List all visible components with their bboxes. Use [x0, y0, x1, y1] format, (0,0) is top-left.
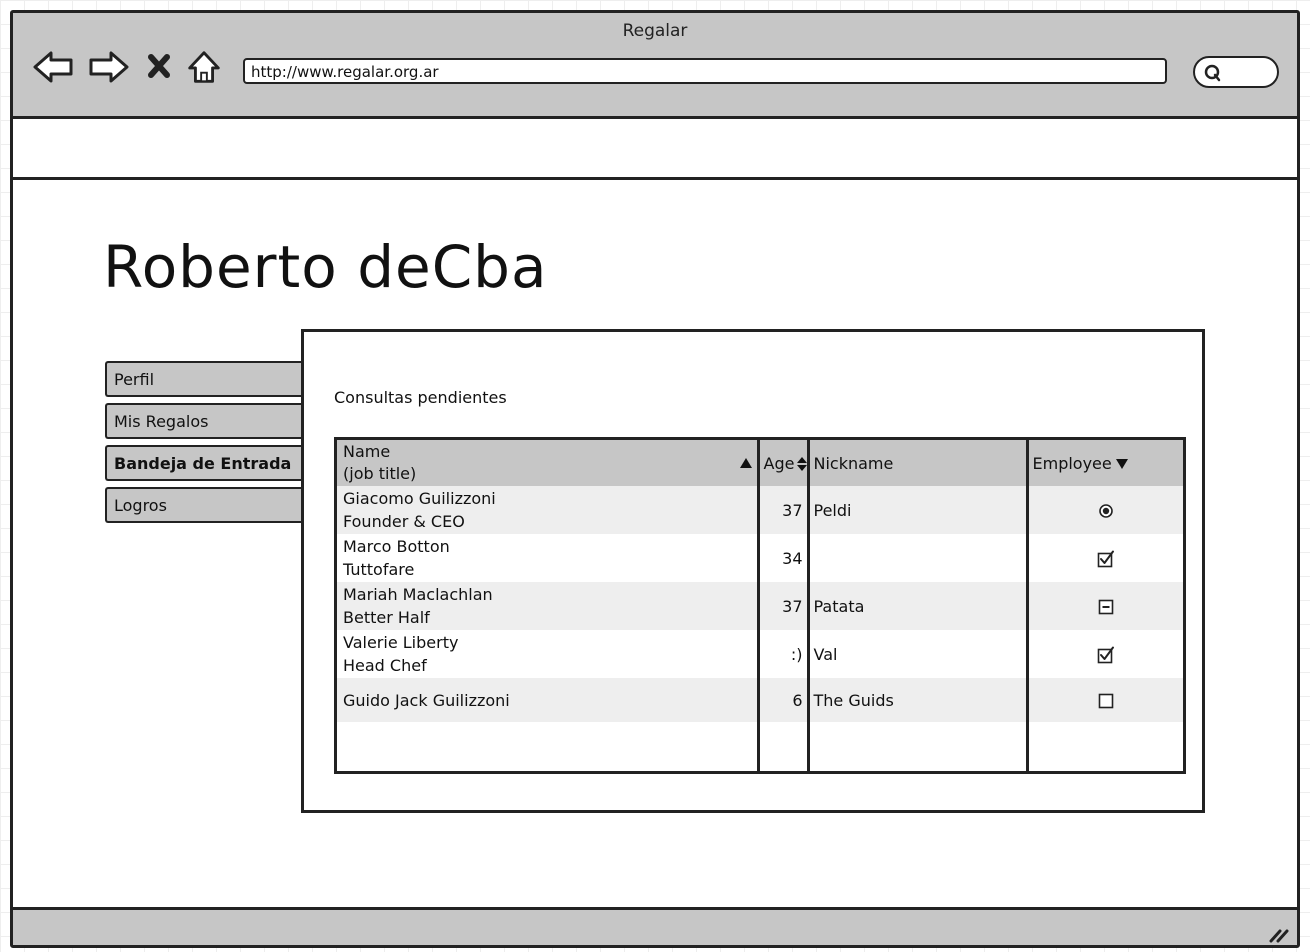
search-field[interactable] [1193, 56, 1279, 88]
sort-descending-icon[interactable] [1115, 458, 1129, 470]
table-row[interactable]: Marco Botton Tuttofare 34 [337, 534, 1183, 582]
name-cell: Giacomo Guilizzoni Founder & CEO [337, 486, 760, 534]
employee-cell [1027, 534, 1183, 582]
browser-window: Regalar http://www.regalar.org.ar Robert… [10, 10, 1300, 948]
column-header-nickname[interactable]: Nickname [808, 440, 1029, 486]
checkbox-indeterminate-icon[interactable] [1098, 599, 1114, 615]
column-header-employee-label: Employee [1032, 453, 1112, 473]
tab-mis-regalos[interactable]: Mis Regalos [105, 403, 305, 439]
sort-ascending-icon[interactable] [739, 457, 753, 469]
tab-perfil[interactable]: Perfil [105, 361, 305, 397]
column-header-name-sublabel: (job title) [343, 464, 417, 483]
page-title: Roberto deCba [103, 233, 548, 301]
tab-bandeja-de-entrada[interactable]: Bandeja de Entrada [105, 445, 305, 481]
row-nickname: Patata [808, 582, 1029, 630]
forward-arrow-icon[interactable] [85, 47, 131, 87]
data-grid: Name (job title) Age Nickname Employee G… [334, 437, 1186, 774]
employee-cell [1027, 630, 1183, 678]
row-name: Marco Botton [343, 537, 450, 556]
panel-label: Consultas pendientes [334, 388, 507, 407]
close-x-icon[interactable] [139, 47, 179, 87]
checkbox-checked-icon[interactable] [1097, 550, 1115, 568]
employee-cell [1027, 582, 1183, 630]
row-age: 6 [758, 678, 810, 722]
table-row[interactable]: Guido Jack Guilizzoni 6 The Guids [337, 678, 1183, 722]
table-row[interactable]: Giacomo Guilizzoni Founder & CEO 37 Peld… [337, 486, 1183, 534]
name-cell: Valerie Liberty Head Chef [337, 630, 760, 678]
row-job-title: Head Chef [343, 656, 427, 675]
row-nickname: Peldi [808, 486, 1029, 534]
row-name: Giacomo Guilizzoni [343, 489, 496, 508]
employee-cell [1027, 678, 1183, 722]
home-icon[interactable] [183, 47, 225, 87]
tab-logros[interactable]: Logros [105, 487, 305, 523]
row-nickname [808, 534, 1029, 582]
name-cell: Mariah Maclachlan Better Half [337, 582, 760, 630]
row-name: Mariah Maclachlan [343, 585, 493, 604]
row-job-title: Founder & CEO [343, 512, 465, 531]
window-title: Regalar [622, 21, 688, 41]
row-age: 37 [758, 582, 810, 630]
page-header-band [13, 119, 1297, 180]
column-header-age-label: Age [763, 453, 795, 473]
sort-toggle-icon[interactable] [796, 456, 808, 472]
browser-statusbar [13, 907, 1297, 945]
checkbox-unchecked-icon[interactable] [1098, 693, 1114, 709]
grid-header-row: Name (job title) Age Nickname Employee [337, 440, 1183, 486]
table-row[interactable]: Valerie Liberty Head Chef :) Val [337, 630, 1183, 678]
tab-content-panel: Consultas pendientes Name (job title) Ag… [301, 329, 1205, 813]
row-name: Valerie Liberty [343, 633, 459, 652]
url-input[interactable]: http://www.regalar.org.ar [243, 58, 1167, 84]
radio-selected-icon[interactable] [1098, 503, 1114, 519]
column-header-age[interactable]: Age [758, 440, 810, 486]
row-nickname: Val [808, 630, 1029, 678]
column-header-nickname-label: Nickname [813, 453, 894, 473]
table-row[interactable]: Mariah Maclachlan Better Half 37 Patata [337, 582, 1183, 630]
column-header-name-label: Name [343, 442, 391, 461]
row-job-title: Tuttofare [343, 560, 415, 579]
row-age: 37 [758, 486, 810, 534]
back-arrow-icon[interactable] [31, 47, 77, 87]
name-cell: Marco Botton Tuttofare [337, 534, 760, 582]
column-header-name[interactable]: Name (job title) [337, 440, 760, 486]
employee-cell [1027, 486, 1183, 534]
column-header-employee[interactable]: Employee [1027, 440, 1183, 486]
table-row-empty [337, 722, 1183, 771]
row-name: Guido Jack Guilizzoni [343, 690, 510, 710]
checkbox-checked-icon[interactable] [1097, 646, 1115, 664]
row-age: 34 [758, 534, 810, 582]
row-nickname: The Guids [808, 678, 1029, 722]
name-cell: Guido Jack Guilizzoni [337, 678, 760, 722]
browser-titlebar: Regalar http://www.regalar.org.ar [13, 13, 1297, 119]
vertical-tabs: Perfil Mis Regalos Bandeja de Entrada Lo… [105, 361, 305, 529]
resize-grip-icon[interactable] [1267, 922, 1291, 944]
row-age: :) [758, 630, 810, 678]
row-job-title: Better Half [343, 608, 430, 627]
search-icon [1204, 64, 1221, 82]
